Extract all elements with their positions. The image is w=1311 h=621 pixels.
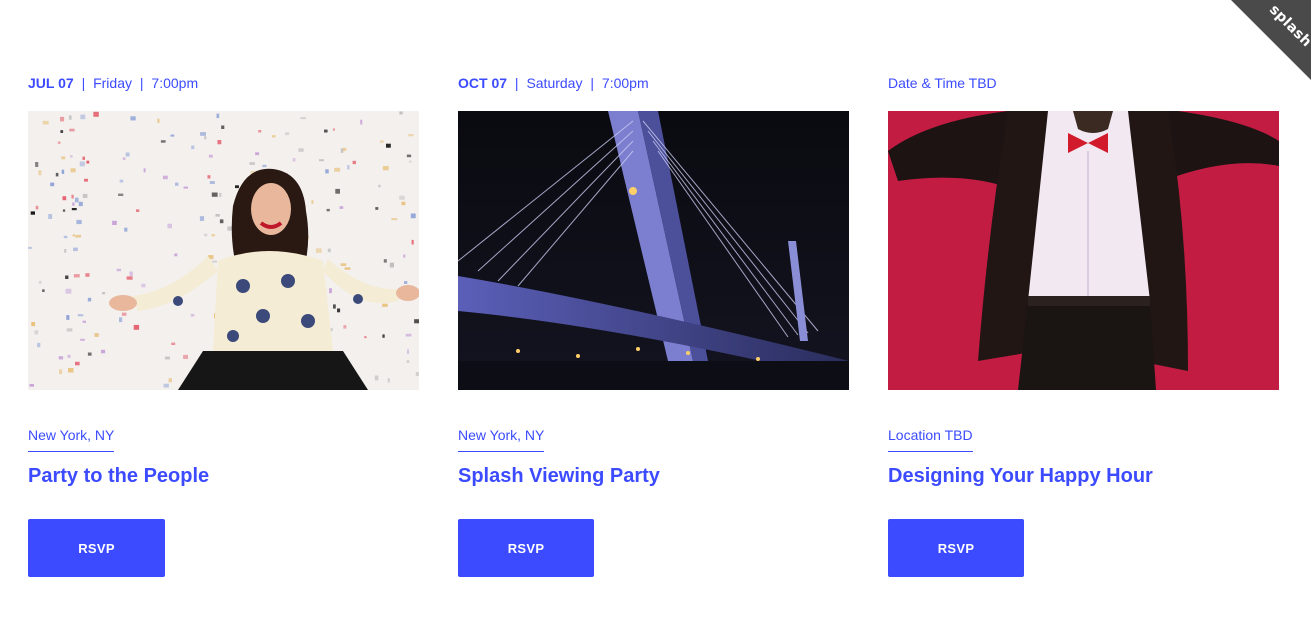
event-datetime: JUL 07 | Friday | 7:00pm [28, 74, 198, 92]
event-time: 7:00pm [601, 75, 649, 91]
party-confetti-photo [28, 111, 419, 390]
event-day: Saturday [526, 75, 583, 91]
event-datetime: Date & Time TBD [888, 74, 997, 92]
dancing-man-photo [888, 111, 1279, 390]
separator: | [514, 75, 519, 91]
events-page: splash JUL 07 | Friday | 7:00pm New York… [0, 0, 1311, 621]
event-time: 7:00pm [151, 75, 199, 91]
event-title[interactable]: Designing Your Happy Hour [888, 463, 1153, 489]
separator: | [139, 75, 144, 91]
rsvp-button[interactable]: RSVP [888, 519, 1024, 577]
event-datetime: OCT 07 | Saturday | 7:00pm [458, 74, 649, 92]
rsvp-button[interactable]: RSVP [458, 519, 594, 577]
event-day: Friday [93, 75, 132, 91]
event-image-dancer[interactable] [888, 111, 1279, 390]
event-location: New York, NY [28, 426, 115, 452]
event-title[interactable]: Splash Viewing Party [458, 463, 660, 489]
separator: | [590, 75, 595, 91]
event-image-bridge[interactable] [458, 111, 849, 390]
event-date: JUL 07 [28, 75, 74, 91]
event-title[interactable]: Party to the People [28, 463, 209, 489]
event-image-party[interactable] [28, 111, 419, 390]
event-location: Location TBD [888, 426, 973, 452]
event-date: OCT 07 [458, 75, 508, 91]
separator: | [81, 75, 86, 91]
event-datetime-tbd: Date & Time TBD [888, 75, 997, 91]
rsvp-button[interactable]: RSVP [28, 519, 165, 577]
night-bridge-photo [458, 111, 849, 390]
brand-ribbon[interactable]: splash [1231, 0, 1311, 80]
event-location: New York, NY [458, 426, 545, 452]
